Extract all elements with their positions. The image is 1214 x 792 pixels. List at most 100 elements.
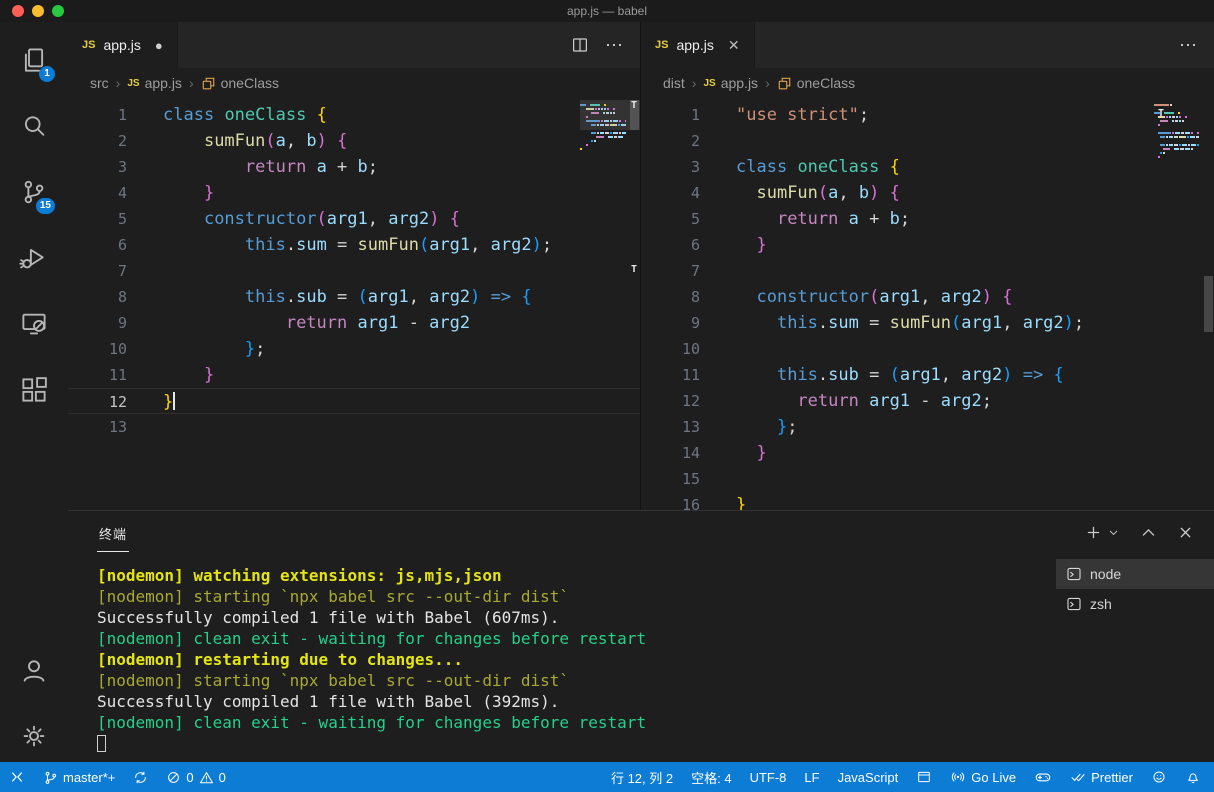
code-line[interactable]: 7: [68, 258, 640, 284]
more-actions-button[interactable]: ⋯: [1179, 40, 1198, 50]
code-line[interactable]: 12 return arg1 - arg2;: [641, 388, 1214, 414]
split-editor-button[interactable]: [571, 36, 589, 54]
code-line[interactable]: 13: [68, 414, 640, 440]
line-number: 10: [641, 336, 700, 362]
close-panel-button[interactable]: [1177, 524, 1194, 541]
code-token: arg1: [961, 313, 1002, 333]
language-mode-status[interactable]: JavaScript: [829, 762, 908, 792]
remote-indicator[interactable]: [0, 762, 34, 792]
breadcrumb-folder[interactable]: src: [90, 75, 109, 91]
close-window-button[interactable]: [12, 5, 24, 17]
code-editor-dist[interactable]: 1"use strict";23class oneClass {4 sumFun…: [641, 98, 1214, 510]
code-line[interactable]: 9 this.sum = sumFun(arg1, arg2);: [641, 310, 1214, 336]
code-line[interactable]: 2 sumFun(a, b) {: [68, 128, 640, 154]
code-line[interactable]: 12}: [68, 388, 640, 414]
breadcrumbs-right: dist › JSapp.js › oneClass: [641, 68, 1214, 98]
code-line[interactable]: 5 constructor(arg1, arg2) {: [68, 206, 640, 232]
class-symbol-icon: [201, 76, 216, 91]
line-number: 13: [641, 414, 700, 440]
code-line[interactable]: 7: [641, 258, 1214, 284]
code-token: ): [429, 209, 439, 229]
go-live-button[interactable]: Go Live: [941, 762, 1025, 792]
encoding-status[interactable]: UTF-8: [741, 762, 796, 792]
code-line[interactable]: 2: [641, 128, 1214, 154]
code-line[interactable]: 8 this.sub = (arg1, arg2) => {: [68, 284, 640, 310]
terminal-tab-zsh[interactable]: zsh: [1056, 589, 1214, 619]
source-control-button[interactable]: 15: [10, 168, 58, 216]
accounts-button[interactable]: [10, 646, 58, 694]
code-token: [163, 209, 204, 229]
code-token: arg1: [879, 287, 920, 307]
code-line[interactable]: 16}: [641, 492, 1214, 510]
feedback-button[interactable]: [1142, 762, 1176, 792]
code-token: b: [358, 157, 368, 177]
code-line[interactable]: 9 return arg1 - arg2: [68, 310, 640, 336]
code-line[interactable]: 5 return a + b;: [641, 206, 1214, 232]
notifications-button[interactable]: [1176, 762, 1210, 792]
extensions-button[interactable]: [10, 366, 58, 414]
code-line[interactable]: 10 };: [68, 336, 640, 362]
more-actions-button[interactable]: ⋯: [605, 40, 624, 50]
sync-changes-button[interactable]: [124, 762, 157, 792]
problems-status[interactable]: 0 0: [157, 762, 234, 792]
code-line[interactable]: 4 sumFun(a, b) {: [641, 180, 1214, 206]
run-debug-button[interactable]: [10, 234, 58, 282]
explorer-button[interactable]: 1: [10, 36, 58, 84]
code-line[interactable]: 6 this.sum = sumFun(arg1, arg2);: [68, 232, 640, 258]
code-line[interactable]: 3 return a + b;: [68, 154, 640, 180]
settings-button[interactable]: [10, 712, 58, 760]
code-line[interactable]: 11 }: [68, 362, 640, 388]
code-line[interactable]: 4 }: [68, 180, 640, 206]
remote-explorer-button[interactable]: [10, 300, 58, 348]
code-line[interactable]: 15: [641, 466, 1214, 492]
code-token: (: [265, 131, 275, 151]
line-number: 1: [68, 102, 127, 128]
terminal-tab-node[interactable]: node: [1056, 559, 1214, 589]
prettier-status[interactable]: Prettier: [1061, 762, 1142, 792]
minimize-window-button[interactable]: [32, 5, 44, 17]
browser-preview-button[interactable]: [907, 762, 941, 792]
git-branch-status[interactable]: master*+: [34, 762, 124, 792]
zoom-window-button[interactable]: [52, 5, 64, 17]
line-number: 3: [641, 154, 700, 180]
code-line[interactable]: 6 }: [641, 232, 1214, 258]
terminal-output[interactable]: [nodemon] watching extensions: js,mjs,js…: [68, 553, 1054, 762]
breadcrumb-file[interactable]: JSapp.js: [703, 75, 758, 91]
search-button[interactable]: [10, 102, 58, 150]
code-token: [736, 443, 756, 463]
terminal-cursor: [97, 735, 106, 752]
code-line[interactable]: 3class oneClass {: [641, 154, 1214, 180]
code-token: [992, 287, 1002, 307]
code-token: (: [890, 365, 900, 385]
breadcrumb-symbol[interactable]: oneClass: [777, 75, 855, 91]
code-line[interactable]: 10: [641, 336, 1214, 362]
breadcrumb-symbol[interactable]: oneClass: [201, 75, 279, 91]
panel-tab-terminal[interactable]: 终端: [97, 512, 129, 552]
tab-app-js-src[interactable]: JS app.js ●: [68, 22, 178, 68]
line-number: 4: [641, 180, 700, 206]
code-token: [736, 287, 756, 307]
code-line[interactable]: 14 }: [641, 440, 1214, 466]
code-line[interactable]: 8 constructor(arg1, arg2) {: [641, 284, 1214, 310]
source-control-badge: 15: [36, 198, 55, 214]
maximize-panel-button[interactable]: [1140, 524, 1157, 541]
new-terminal-button[interactable]: [1085, 524, 1102, 541]
cursor-position-status[interactable]: 行 12, 列 2: [602, 762, 682, 792]
close-tab-icon[interactable]: ✕: [728, 37, 740, 54]
eol-status[interactable]: LF: [795, 762, 828, 792]
tab-app-js-dist[interactable]: JS app.js ✕: [641, 22, 755, 68]
code-line[interactable]: 13 };: [641, 414, 1214, 440]
code-line[interactable]: 11 this.sub = (arg1, arg2) => {: [641, 362, 1214, 388]
code-line[interactable]: 1class oneClass {: [68, 102, 640, 128]
modified-dot-icon[interactable]: ●: [155, 38, 163, 53]
code-editor-src[interactable]: 1class oneClass {2 sumFun(a, b) {3 retur…: [68, 98, 640, 510]
terminal-dropdown-icon[interactable]: [1107, 526, 1120, 539]
indentation-status[interactable]: 空格: 4: [682, 762, 740, 792]
breadcrumb-file[interactable]: JSapp.js: [127, 75, 182, 91]
code-line[interactable]: 1"use strict";: [641, 102, 1214, 128]
gamepad-status-button[interactable]: [1025, 762, 1061, 792]
vertical-scrollbar[interactable]: [1204, 276, 1213, 332]
terminal-line: [nodemon] clean exit - waiting for chang…: [97, 712, 1054, 733]
breadcrumb-folder[interactable]: dist: [663, 75, 685, 91]
title-bar: app.js — babel: [0, 0, 1214, 22]
